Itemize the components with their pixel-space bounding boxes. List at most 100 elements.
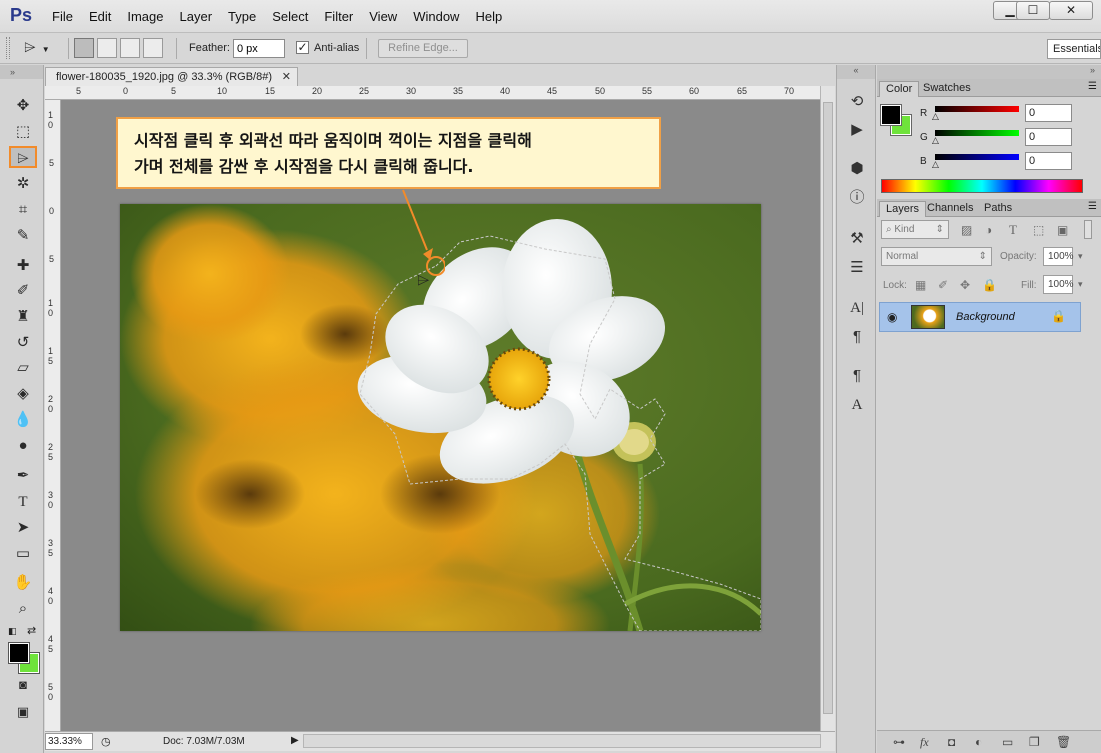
- status-info-icon[interactable]: ◷: [101, 735, 111, 748]
- vertical-scrollbar[interactable]: [820, 86, 835, 731]
- blend-mode-select[interactable]: Normal ⇕: [881, 247, 992, 266]
- menu-filter[interactable]: Filter: [324, 9, 353, 24]
- hand-tool-icon[interactable]: ✋: [9, 572, 37, 594]
- polygonal-lasso-tool-icon[interactable]: ⌲: [9, 146, 37, 168]
- swap-colors-icon[interactable]: ⇄: [27, 624, 36, 637]
- group-icon[interactable]: ▭: [1002, 735, 1013, 749]
- tab-paths[interactable]: Paths: [978, 201, 1018, 217]
- color-spectrum[interactable]: [881, 179, 1083, 193]
- pen-tool-icon[interactable]: ✒: [9, 465, 37, 487]
- menu-type[interactable]: Type: [228, 9, 256, 24]
- zoom-tool-icon[interactable]: ⌕: [9, 598, 37, 620]
- lock-position-icon[interactable]: ✥: [960, 278, 970, 292]
- adjustments-panel-icon[interactable]: ☰: [845, 257, 869, 279]
- g-value[interactable]: 0: [1025, 128, 1072, 146]
- menu-help[interactable]: Help: [475, 9, 502, 24]
- status-menu-icon[interactable]: ▶: [291, 735, 299, 746]
- link-icon[interactable]: ⊶: [893, 735, 905, 749]
- type-tool-icon[interactable]: T: [9, 491, 37, 513]
- tab-swatches[interactable]: Swatches: [917, 81, 977, 97]
- tab-channels[interactable]: Channels: [921, 201, 979, 217]
- rectangle-tool-icon[interactable]: ▭: [9, 543, 37, 565]
- menu-edit[interactable]: Edit: [89, 9, 111, 24]
- paragraph-styles-icon[interactable]: ¶: [845, 365, 869, 387]
- lock-all-icon[interactable]: 🔒: [982, 278, 997, 292]
- lock-transparent-icon[interactable]: ▦: [915, 278, 926, 292]
- history-brush-tool-icon[interactable]: ↺: [9, 332, 37, 354]
- adjustment-icon[interactable]: ◐: [975, 735, 982, 749]
- brush-tool-icon[interactable]: ✐: [9, 280, 37, 302]
- b-slider[interactable]: [935, 154, 1019, 160]
- filter-smart-object-icon[interactable]: ▣: [1057, 223, 1068, 237]
- menu-layer[interactable]: Layer: [180, 9, 213, 24]
- layer-row-background[interactable]: ◉ Background 🔒: [879, 302, 1081, 332]
- menu-window[interactable]: Window: [413, 9, 459, 24]
- opacity-dropdown-icon[interactable]: ▾: [1078, 251, 1083, 262]
- brush-presets-icon[interactable]: ⚒: [845, 228, 869, 250]
- clone-stamp-tool-icon[interactable]: ♜: [9, 306, 37, 328]
- panel-menu-icon[interactable]: ☰: [1088, 81, 1097, 92]
- workspace-switcher[interactable]: Essentials: [1047, 39, 1101, 59]
- magic-wand-tool-icon[interactable]: ✲: [9, 173, 37, 195]
- kind-filter[interactable]: ⌕ Kind ⇕: [881, 220, 949, 239]
- r-slider-handle[interactable]: △: [932, 111, 939, 122]
- scrollbar-thumb[interactable]: [823, 102, 833, 714]
- lock-image-icon[interactable]: ✐: [938, 278, 948, 292]
- close-tab-icon[interactable]: ✕: [282, 68, 291, 86]
- fill-dropdown-icon[interactable]: ▾: [1078, 279, 1083, 290]
- b-slider-handle[interactable]: △: [932, 159, 939, 170]
- menu-select[interactable]: Select: [272, 9, 308, 24]
- 3d-panel-icon[interactable]: ⬢: [845, 158, 869, 180]
- filter-adjustment-icon[interactable]: ◑: [985, 223, 992, 237]
- refine-edge-button[interactable]: Refine Edge...: [378, 39, 468, 58]
- history-panel-icon[interactable]: ⟲: [845, 91, 869, 113]
- character-panel-icon[interactable]: A|: [845, 297, 869, 319]
- menu-file[interactable]: File: [52, 9, 73, 24]
- info-panel-icon[interactable]: ⓘ: [845, 187, 869, 209]
- character-styles-icon[interactable]: A: [845, 394, 869, 416]
- opacity-input[interactable]: 100%: [1043, 247, 1074, 266]
- quick-mask-icon[interactable]: ◙: [9, 674, 37, 696]
- menu-image[interactable]: Image: [127, 9, 163, 24]
- options-grip[interactable]: [6, 37, 10, 59]
- b-value[interactable]: 0: [1025, 152, 1072, 170]
- feather-input[interactable]: [233, 39, 285, 58]
- new-selection-button[interactable]: [74, 38, 94, 58]
- tools-collapse-toggle[interactable]: »: [0, 65, 43, 79]
- fill-input[interactable]: 100%: [1043, 275, 1074, 294]
- g-slider-handle[interactable]: △: [932, 135, 939, 146]
- paint-bucket-tool-icon[interactable]: ◈: [9, 383, 37, 405]
- g-slider[interactable]: [935, 130, 1019, 136]
- new-layer-icon[interactable]: ❐: [1029, 735, 1040, 749]
- collapse-strip-icon[interactable]: «: [837, 65, 875, 79]
- filter-type-icon[interactable]: T: [1009, 222, 1017, 238]
- intersect-selection-button[interactable]: [143, 38, 163, 58]
- eyedropper-tool-icon[interactable]: ✎: [9, 225, 37, 247]
- r-slider[interactable]: [935, 106, 1019, 112]
- horizontal-scrollbar[interactable]: [303, 734, 821, 748]
- paragraph-panel-icon[interactable]: ¶: [845, 326, 869, 348]
- trash-icon[interactable]: 🗑: [1056, 735, 1071, 749]
- tool-preset-picker[interactable]: ⌲ ▼: [24, 38, 62, 58]
- color-panel-foreground[interactable]: [880, 104, 902, 126]
- path-selection-tool-icon[interactable]: ➤: [9, 517, 37, 539]
- collapse-panels-icon[interactable]: »: [877, 65, 1101, 79]
- document-tab[interactable]: flower-180035_1920.jpg @ 33.3% (RGB/8#) …: [45, 67, 298, 86]
- eraser-tool-icon[interactable]: ▱: [9, 357, 37, 379]
- eye-icon[interactable]: ◉: [887, 310, 897, 324]
- maximize-button[interactable]: ☐: [1016, 1, 1050, 20]
- tab-color[interactable]: Color: [879, 81, 920, 97]
- close-button[interactable]: ✕: [1049, 1, 1093, 20]
- filter-pixel-icon[interactable]: ▨: [961, 223, 972, 237]
- dodge-tool-icon[interactable]: ●: [9, 435, 37, 457]
- foreground-color-swatch[interactable]: [8, 642, 30, 664]
- layer-name[interactable]: Background: [956, 311, 1015, 323]
- panel-menu-icon[interactable]: ☰: [1088, 201, 1097, 212]
- antialias-checkbox[interactable]: ✓: [296, 41, 309, 54]
- healing-brush-tool-icon[interactable]: ✚: [9, 255, 37, 277]
- tab-layers[interactable]: Layers: [879, 201, 927, 217]
- actions-panel-icon[interactable]: ▶: [845, 119, 869, 141]
- filter-shape-icon[interactable]: ⬚: [1033, 223, 1044, 237]
- blur-tool-icon[interactable]: 💧: [9, 409, 37, 431]
- screen-mode-icon[interactable]: ▣: [9, 701, 37, 723]
